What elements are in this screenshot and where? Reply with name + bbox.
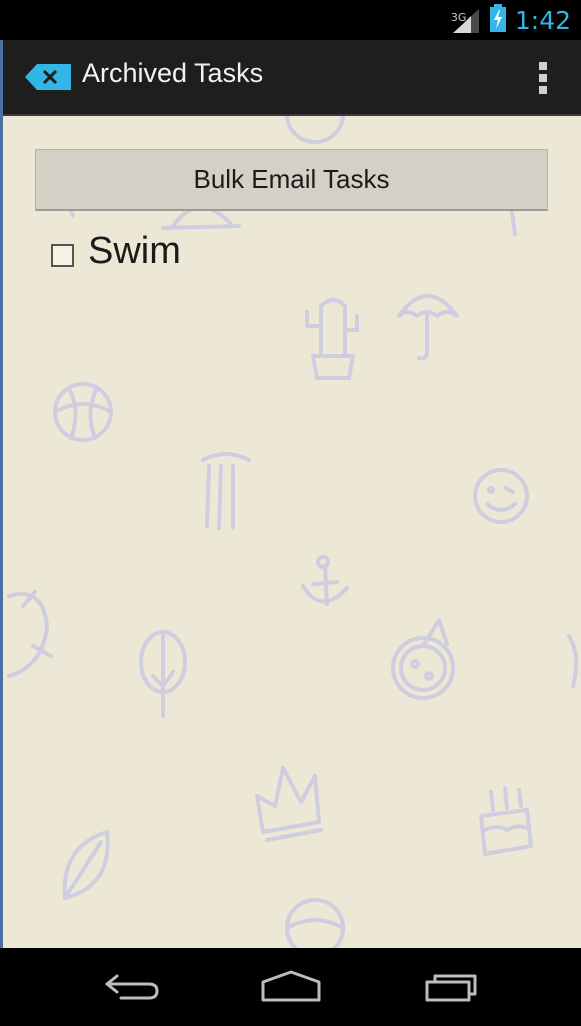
battery-charging-icon <box>489 3 507 37</box>
phone-screen: 3G 1:42 Archived Tasks Bulk Email Tasks … <box>0 0 581 1026</box>
archive-delete-icon[interactable] <box>25 64 73 90</box>
main-content: Bulk Email Tasks Swim <box>3 116 581 948</box>
home-icon[interactable] <box>259 966 323 1006</box>
page-title: Archived Tasks <box>82 58 264 88</box>
task-checkbox[interactable] <box>51 243 74 267</box>
overflow-menu-icon[interactable] <box>533 58 553 98</box>
recent-apps-icon[interactable] <box>421 966 485 1006</box>
back-icon[interactable] <box>99 966 163 1006</box>
task-label: Swim <box>88 229 181 272</box>
navigation-bar <box>0 948 581 1026</box>
network-type-label: 3G <box>450 11 467 24</box>
task-item[interactable]: Swim <box>51 226 181 276</box>
status-clock: 1:42 <box>514 5 571 35</box>
signal-icon: 3G <box>451 5 481 35</box>
status-bar: 3G 1:42 <box>0 0 581 40</box>
bulk-email-tasks-button[interactable]: Bulk Email Tasks <box>35 149 548 211</box>
action-bar: Archived Tasks <box>0 40 581 116</box>
